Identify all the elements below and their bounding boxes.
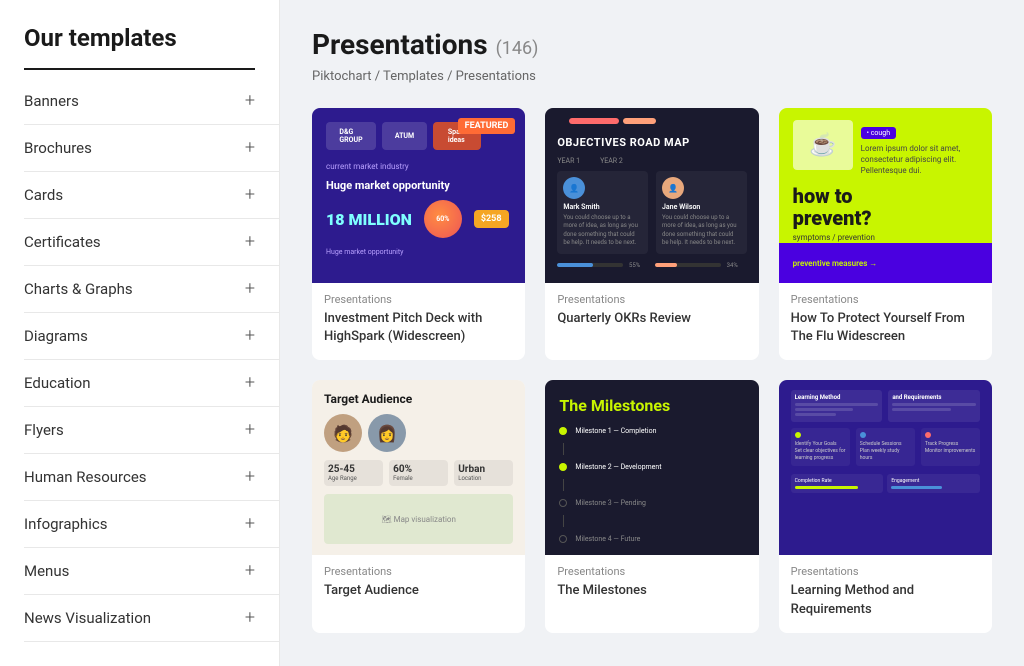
- template-name-t5: The Milestones: [557, 582, 746, 600]
- sidebar-item-brochures[interactable]: Brochures +: [24, 125, 279, 172]
- breadcrumb: Piktochart / Templates / Presentations: [312, 69, 992, 84]
- template-thumbnail-t1: FEATURED D&GGROUP ATUM Sparkideas curren…: [312, 108, 525, 283]
- thumb5-title: The Milestones: [559, 396, 744, 415]
- thumb2-cols: 👤 Mark Smith You could choose up to a mo…: [545, 171, 758, 254]
- plus-icon-flyers: +: [245, 421, 255, 439]
- sidebar-nav: Banners+Brochures+Cards+Certificates+Cha…: [24, 78, 279, 642]
- template-card-t4[interactable]: Target Audience 🧑 👩 25-45 Age Range 60%: [312, 380, 525, 632]
- thumb6-top-row: Learning Method and Requirements: [791, 390, 980, 422]
- thumb6-extra: Completion Rate Engagement: [791, 474, 980, 493]
- plus-icon-brochures: +: [245, 139, 255, 157]
- template-category-t4: Presentations: [324, 565, 513, 578]
- sidebar-item-menus[interactable]: Menus +: [24, 548, 279, 595]
- sidebar-item-certificates[interactable]: Certificates +: [24, 219, 279, 266]
- sidebar-label-human-resources: Human Resources: [24, 468, 147, 486]
- plus-icon-charts-graphs: +: [245, 280, 255, 298]
- thumb4-avatars: 🧑 👩: [324, 414, 513, 452]
- thumb5-timeline: Milestone 1 — Completion Milestone 2 — D…: [559, 427, 744, 543]
- sidebar-item-education[interactable]: Education +: [24, 360, 279, 407]
- sidebar-label-charts-graphs: Charts & Graphs: [24, 280, 133, 298]
- template-card-t3[interactable]: ☕ • cough Lorem ipsum dolor sit amet, co…: [779, 108, 992, 360]
- page-count: (146): [496, 38, 539, 59]
- template-category-t1: Presentations: [324, 293, 513, 306]
- thumb3-subtext: symptoms / prevention: [779, 233, 992, 242]
- plus-icon-cards: +: [245, 186, 255, 204]
- template-thumbnail-t3: ☕ • cough Lorem ipsum dolor sit amet, co…: [779, 108, 992, 283]
- page-header: Presentations (146): [312, 28, 992, 61]
- sidebar-label-diagrams: Diagrams: [24, 327, 88, 345]
- thumb4-stats: 25-45 Age Range 60% Female Urban Locatio…: [324, 460, 513, 486]
- template-name-t2: Quarterly OKRs Review: [557, 310, 746, 328]
- sidebar-label-education: Education: [24, 374, 91, 392]
- template-thumbnail-t6: Learning Method and Requirements: [779, 380, 992, 555]
- plus-icon-diagrams: +: [245, 327, 255, 345]
- thumb3-headline: how toprevent?: [779, 177, 992, 233]
- sidebar-item-banners[interactable]: Banners +: [24, 78, 279, 125]
- thumb1-text: current market industry: [312, 158, 525, 175]
- plus-icon-infographics: +: [245, 515, 255, 533]
- template-category-t3: Presentations: [791, 293, 980, 306]
- sidebar-item-charts-graphs[interactable]: Charts & Graphs +: [24, 266, 279, 313]
- template-info-t3: Presentations How To Protect Yourself Fr…: [779, 283, 992, 360]
- sidebar-item-diagrams[interactable]: Diagrams +: [24, 313, 279, 360]
- main-content: Presentations (146) Piktochart / Templat…: [280, 0, 1024, 666]
- sidebar-item-cards[interactable]: Cards +: [24, 172, 279, 219]
- sidebar-label-flyers: Flyers: [24, 421, 64, 439]
- featured-badge: FEATURED: [458, 118, 516, 134]
- template-name-t3: How To Protect Yourself From The Flu Wid…: [791, 310, 980, 346]
- thumb1-headline: Huge market opportunity: [312, 175, 525, 200]
- sidebar-item-human-resources[interactable]: Human Resources +: [24, 454, 279, 501]
- thumb2-progress: 55% 34%: [545, 254, 758, 269]
- template-card-t6[interactable]: Learning Method and Requirements: [779, 380, 992, 632]
- template-category-t2: Presentations: [557, 293, 746, 306]
- template-category-t5: Presentations: [557, 565, 746, 578]
- template-card-t1[interactable]: FEATURED D&GGROUP ATUM Sparkideas curren…: [312, 108, 525, 360]
- plus-icon-human-resources: +: [245, 468, 255, 486]
- template-name-t1: Investment Pitch Deck with HighSpark (Wi…: [324, 310, 513, 346]
- thumb4-title: Target Audience: [324, 392, 513, 406]
- template-name-t4: Target Audience: [324, 582, 513, 600]
- thumb3-header: ☕ • cough Lorem ipsum dolor sit amet, co…: [779, 108, 992, 177]
- sidebar: Our templates Banners+Brochures+Cards+Ce…: [0, 0, 280, 666]
- plus-icon-news-visualization: +: [245, 609, 255, 627]
- template-card-t2[interactable]: OBJECTIVES ROAD MAP YEAR 1 YEAR 2 👤 Mark…: [545, 108, 758, 360]
- plus-icon-education: +: [245, 374, 255, 392]
- sidebar-item-news-visualization[interactable]: News Visualization +: [24, 595, 279, 642]
- template-thumbnail-t5: The Milestones Milestone 1 — Completion …: [545, 380, 758, 555]
- thumb2-top: [545, 108, 758, 136]
- plus-icon-menus: +: [245, 562, 255, 580]
- template-thumbnail-t2: OBJECTIVES ROAD MAP YEAR 1 YEAR 2 👤 Mark…: [545, 108, 758, 283]
- plus-icon-banners: +: [245, 92, 255, 110]
- template-category-t6: Presentations: [791, 565, 980, 578]
- template-info-t1: Presentations Investment Pitch Deck with…: [312, 283, 525, 360]
- thumb1-footer: Huge market opportunity: [312, 238, 525, 260]
- thumb1-stats: 18 MILLION 60% $258: [312, 200, 525, 238]
- template-thumbnail-t4: Target Audience 🧑 👩 25-45 Age Range 60%: [312, 380, 525, 555]
- sidebar-item-infographics[interactable]: Infographics +: [24, 501, 279, 548]
- template-name-t6: Learning Method and Requirements: [791, 582, 980, 618]
- sidebar-label-certificates: Certificates: [24, 233, 101, 251]
- sidebar-label-menus: Menus: [24, 562, 69, 580]
- template-info-t6: Presentations Learning Method and Requir…: [779, 555, 992, 632]
- plus-icon-certificates: +: [245, 233, 255, 251]
- templates-grid: FEATURED D&GGROUP ATUM Sparkideas curren…: [312, 108, 992, 633]
- thumb3-bottom: preventive measures →: [779, 243, 992, 283]
- sidebar-title: Our templates: [24, 24, 279, 52]
- template-info-t5: Presentations The Milestones: [545, 555, 758, 614]
- template-info-t4: Presentations Target Audience: [312, 555, 525, 614]
- page-title: Presentations: [312, 28, 488, 61]
- thumb4-map: 🗺 Map visualization: [324, 494, 513, 544]
- thumb6-bottom-row: Identify Your GoalsSet clear objectives …: [791, 428, 980, 466]
- sidebar-label-brochures: Brochures: [24, 139, 92, 157]
- thumb2-title: OBJECTIVES ROAD MAP: [545, 136, 758, 157]
- template-card-t5[interactable]: The Milestones Milestone 1 — Completion …: [545, 380, 758, 632]
- sidebar-divider: [24, 68, 255, 70]
- sidebar-label-cards: Cards: [24, 186, 63, 204]
- sidebar-label-banners: Banners: [24, 92, 79, 110]
- sidebar-label-infographics: Infographics: [24, 515, 107, 533]
- sidebar-label-news-visualization: News Visualization: [24, 609, 151, 627]
- sidebar-item-flyers[interactable]: Flyers +: [24, 407, 279, 454]
- template-info-t2: Presentations Quarterly OKRs Review: [545, 283, 758, 342]
